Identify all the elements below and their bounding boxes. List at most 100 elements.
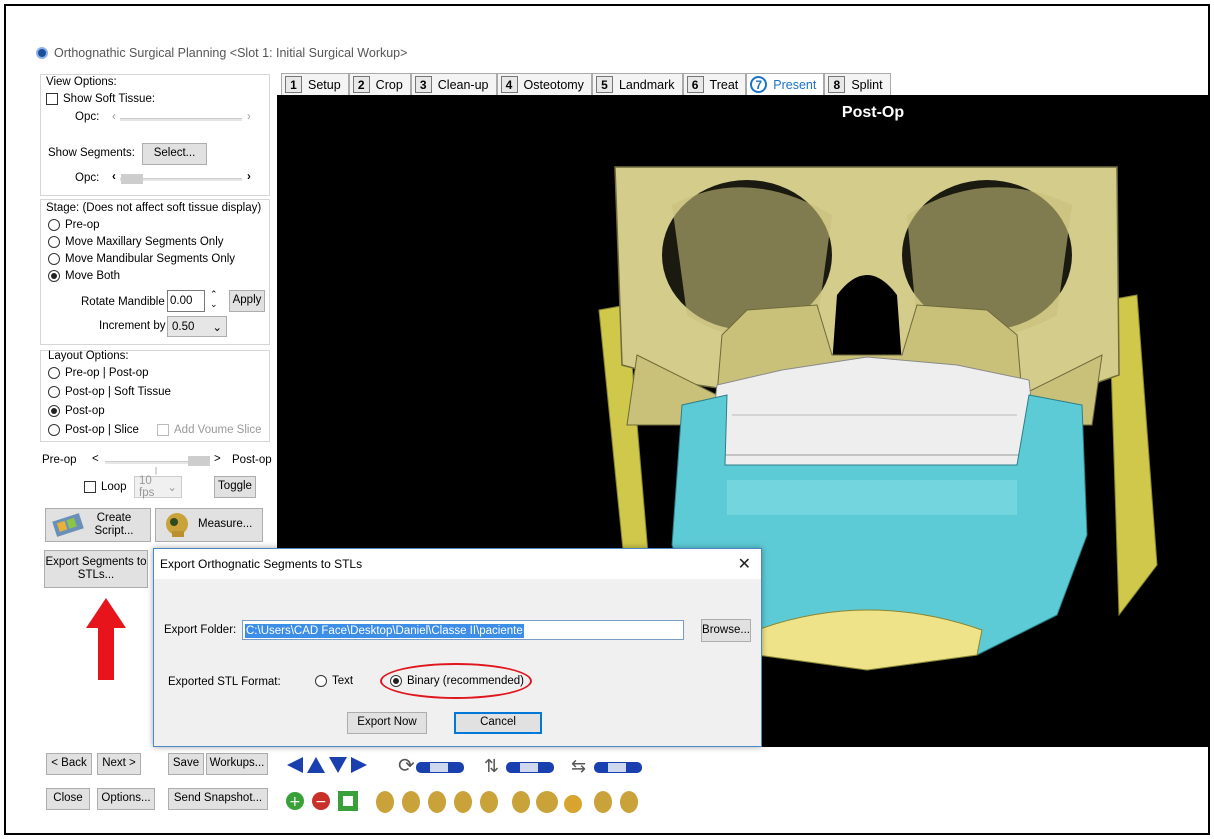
tab-crop[interactable]: 2 Crop	[348, 73, 411, 95]
send-snapshot-button[interactable]: Send Snapshot...	[168, 788, 268, 810]
red-circle-annotation	[380, 663, 532, 699]
add-volume-slice-label: Add Voume Slice	[174, 424, 262, 436]
tab-number: 3	[414, 76, 432, 93]
tab-label: Osteotomy	[523, 77, 584, 92]
layout-option-preop-postop[interactable]: Pre-op | Post-op	[48, 367, 149, 379]
layout-option-label: Post-op | Soft Tissue	[65, 386, 171, 398]
apply-button[interactable]: Apply	[229, 290, 265, 312]
tab-present[interactable]: 7 Present	[746, 73, 825, 95]
measure-label: Measure...	[198, 518, 253, 531]
view-preset-icons[interactable]: + −	[283, 787, 683, 817]
format-option-text[interactable]: Text	[315, 675, 353, 687]
svg-text:⇅: ⇅	[484, 756, 499, 777]
workups-button[interactable]: Workups...	[206, 753, 268, 775]
stage-option-move-both[interactable]: Move Both	[48, 270, 120, 282]
layout-header: Layout Options:	[48, 350, 129, 362]
chevron-down-icon: ⌄	[167, 482, 177, 494]
cancel-button[interactable]: Cancel	[454, 712, 542, 734]
opc-left-arrow-icon[interactable]: ‹	[112, 111, 116, 123]
measure-button[interactable]: Measure...	[155, 508, 263, 542]
add-volume-slice-checkbox[interactable]: Add Voume Slice	[157, 424, 262, 436]
soft-tissue-opacity-slider[interactable]	[120, 118, 242, 121]
preop-label: Pre-op	[42, 454, 77, 466]
select-segments-button[interactable]: Select...	[142, 143, 207, 165]
preop-postop-thumb[interactable]	[188, 456, 210, 466]
create-script-button[interactable]: Create Script...	[45, 508, 151, 542]
opc2-right-arrow-icon[interactable]: ›	[247, 171, 251, 183]
radio-selected[interactable]	[48, 405, 60, 417]
tab-setup[interactable]: 1 Setup	[281, 73, 349, 95]
radio[interactable]	[315, 675, 327, 687]
rotate-mandible-label: Rotate Mandible	[81, 296, 165, 308]
playback-right-arrow[interactable]: >	[214, 453, 221, 465]
stage-option-label: Move Mandibular Segments Only	[65, 253, 236, 265]
stage-option-label: Move Both	[65, 270, 120, 282]
tab-clean-up[interactable]: 3 Clean-up	[410, 73, 497, 95]
stage-option-maxillary[interactable]: Move Maxillary Segments Only	[48, 236, 224, 248]
increment-select[interactable]: 0.50 ⌄	[167, 316, 227, 337]
radio[interactable]	[48, 386, 60, 398]
export-folder-input[interactable]: C:\Users\CAD Face\Desktop\Daniel\Classe …	[242, 620, 684, 640]
show-soft-tissue-checkbox[interactable]: Show Soft Tissue:	[46, 93, 155, 105]
checkbox-box[interactable]	[157, 424, 169, 436]
opc2-left-arrow-icon[interactable]: ‹	[112, 171, 116, 183]
tab-label: Present	[773, 77, 817, 92]
navigation-arrows-icon[interactable]	[287, 756, 377, 774]
stage-option-preop[interactable]: Pre-op	[48, 219, 100, 231]
options-button[interactable]: Options...	[97, 788, 155, 810]
layout-option-label: Post-op | Slice	[65, 424, 139, 436]
opc2-label: Opc:	[75, 172, 100, 184]
export-segments-button[interactable]: Export Segments to STLs...	[44, 550, 148, 588]
increment-value: 0.50	[172, 320, 195, 333]
tab-osteotomy[interactable]: 4 Osteotomy	[496, 73, 592, 95]
checkbox-box[interactable]	[84, 481, 96, 493]
fps-value: 10 fps	[139, 475, 155, 499]
radio[interactable]	[48, 253, 60, 265]
window-title: Orthognathic Surgical Planning <Slot 1: …	[54, 46, 408, 60]
tab-number: 1	[285, 76, 302, 93]
radio[interactable]	[48, 219, 60, 231]
rotate-spinner-icon[interactable]: ⌃ ⌄	[210, 289, 218, 309]
export-dialog: Export Orthognatic Segments to STLs ✕ Ex…	[153, 548, 762, 747]
playback-left-arrow[interactable]: <	[92, 453, 99, 465]
chevron-down-icon: ⌄	[212, 321, 222, 334]
tab-number: 4	[500, 76, 518, 93]
radio[interactable]	[48, 424, 60, 436]
close-icon[interactable]: ✕	[738, 554, 751, 574]
opc-right-arrow-icon[interactable]: ›	[247, 111, 251, 123]
stage-option-mandibular[interactable]: Move Mandibular Segments Only	[48, 253, 235, 265]
radio[interactable]	[48, 236, 60, 248]
create-script-label: Create Script...	[94, 511, 134, 537]
svg-text:⟳: ⟳	[398, 753, 415, 777]
back-button[interactable]: < Back	[46, 753, 92, 775]
radio-selected[interactable]	[48, 270, 60, 282]
tab-landmark[interactable]: 5 Landmark	[591, 73, 683, 95]
tab-treat[interactable]: 6 Treat	[682, 73, 747, 95]
checkbox-box[interactable]	[46, 93, 58, 105]
browse-button[interactable]: Browse...	[701, 619, 751, 642]
rotate-mandible-input[interactable]: 0.00	[167, 290, 205, 312]
close-button[interactable]: Close	[46, 788, 90, 810]
red-arrow-annotation	[86, 598, 126, 680]
workflow-tabs: 1 Setup 2 Crop 3 Clean-up 4 Osteotomy 5 Landm…	[281, 73, 891, 95]
radio[interactable]	[48, 367, 60, 379]
tab-splint[interactable]: 8 Splint	[824, 73, 891, 95]
tab-number: 7	[750, 76, 768, 93]
tab-number: 2	[352, 76, 370, 93]
loop-checkbox[interactable]: Loop	[84, 481, 127, 493]
layout-option-label: Post-op	[65, 405, 105, 417]
increment-label: Increment by	[99, 320, 166, 332]
layout-option-postop-slice[interactable]: Post-op | Slice	[48, 424, 139, 436]
dialog-titlebar: Export Orthognatic Segments to STLs	[154, 549, 761, 579]
save-button[interactable]: Save	[168, 753, 204, 775]
svg-text:⇆: ⇆	[571, 756, 586, 777]
segments-opacity-thumb[interactable]	[121, 174, 143, 184]
tab-number: 8	[828, 76, 846, 93]
toggle-button[interactable]: Toggle	[214, 476, 256, 498]
fps-select[interactable]: 10 fps ⌄	[134, 475, 182, 499]
export-now-button[interactable]: Export Now	[347, 712, 427, 734]
rotation-sliders-icon[interactable]: ⟳ ⇅ ⇆	[396, 752, 666, 778]
layout-option-postop-soft[interactable]: Post-op | Soft Tissue	[48, 386, 171, 398]
layout-option-postop[interactable]: Post-op	[48, 405, 105, 417]
next-button[interactable]: Next >	[97, 753, 141, 775]
